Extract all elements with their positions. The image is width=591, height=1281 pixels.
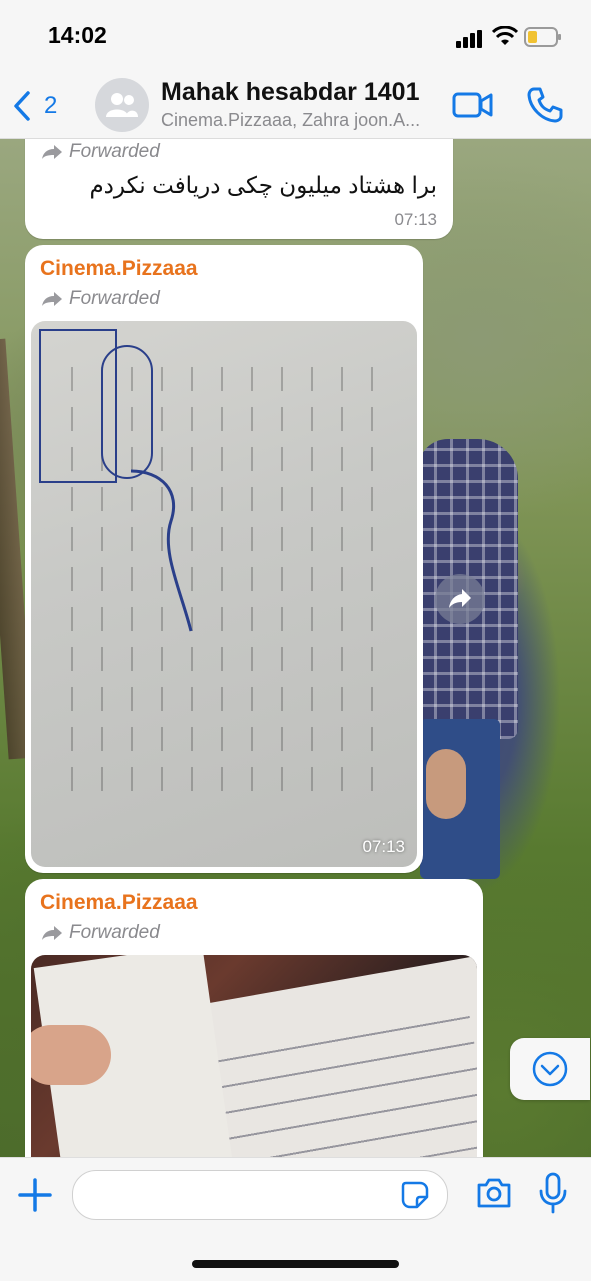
- message-bubble[interactable]: Cinema.Pizzaaa Forwarded: [25, 879, 483, 1157]
- message-time: 07:13: [394, 210, 437, 229]
- video-call-icon[interactable]: [452, 88, 494, 122]
- chat-title[interactable]: Mahak hesabdar 1401: [161, 78, 419, 107]
- message-text: برا هشتاد میلیون چکی دریافت نکردم: [89, 172, 437, 198]
- photo-attachment[interactable]: [31, 955, 477, 1157]
- forward-arrow-icon: [42, 292, 62, 306]
- scroll-to-bottom-button[interactable]: [510, 1038, 590, 1100]
- phone-call-icon[interactable]: [526, 86, 564, 124]
- composer-bar: [0, 1157, 591, 1281]
- status-bar: 14:02: [0, 0, 591, 72]
- forwarded-label: Forwarded: [41, 288, 160, 310]
- wallpaper-hand: [426, 749, 466, 819]
- home-indicator: [192, 1260, 399, 1268]
- group-avatar[interactable]: [95, 78, 149, 132]
- wifi-icon: [492, 26, 518, 45]
- thumb: [31, 1025, 111, 1085]
- sticker-icon[interactable]: [401, 1181, 429, 1209]
- chat-header: 2 Mahak hesabdar 1401 Cinema.Pizzaaa, Za…: [0, 72, 591, 139]
- unread-count: 2: [44, 92, 58, 119]
- message-bubble[interactable]: Cinema.Pizzaaa Forwarded 07:13: [25, 245, 423, 873]
- back-button[interactable]: 2: [10, 88, 70, 124]
- forward-arrow-icon: [42, 926, 62, 940]
- forwarded-label: Forwarded: [41, 141, 160, 163]
- chevron-left-icon: [14, 91, 30, 121]
- message-input[interactable]: [89, 1179, 393, 1211]
- forward-arrow-icon: [449, 589, 471, 608]
- chevron-down-circle-icon: [532, 1051, 568, 1087]
- camera-icon[interactable]: [476, 1176, 512, 1210]
- chat-messages[interactable]: Forwarded برا هشتاد میلیون چکی دریافت نک…: [0, 139, 591, 1157]
- forwarded-label: Forwarded: [41, 922, 160, 944]
- message-input-box[interactable]: [72, 1170, 448, 1220]
- forward-message-button[interactable]: [435, 574, 485, 624]
- forward-arrow-icon: [42, 145, 62, 159]
- photo-time: 07:13: [362, 837, 405, 856]
- cellular-signal-icon: [456, 30, 482, 48]
- photo-attachment[interactable]: 07:13: [31, 321, 417, 867]
- chat-participants[interactable]: Cinema.Pizzaaa, Zahra joon.A...: [161, 110, 436, 131]
- battery-icon: [524, 27, 561, 47]
- signature-mark: [130, 469, 193, 632]
- microphone-icon[interactable]: [538, 1172, 568, 1214]
- message-bubble[interactable]: Forwarded برا هشتاد میلیون چکی دریافت نک…: [25, 139, 453, 239]
- group-icon: [106, 93, 138, 117]
- sender-name[interactable]: Cinema.Pizzaaa: [40, 257, 198, 281]
- plus-icon[interactable]: [16, 1176, 54, 1214]
- sender-name[interactable]: Cinema.Pizzaaa: [40, 891, 198, 915]
- status-time: 14:02: [48, 22, 107, 48]
